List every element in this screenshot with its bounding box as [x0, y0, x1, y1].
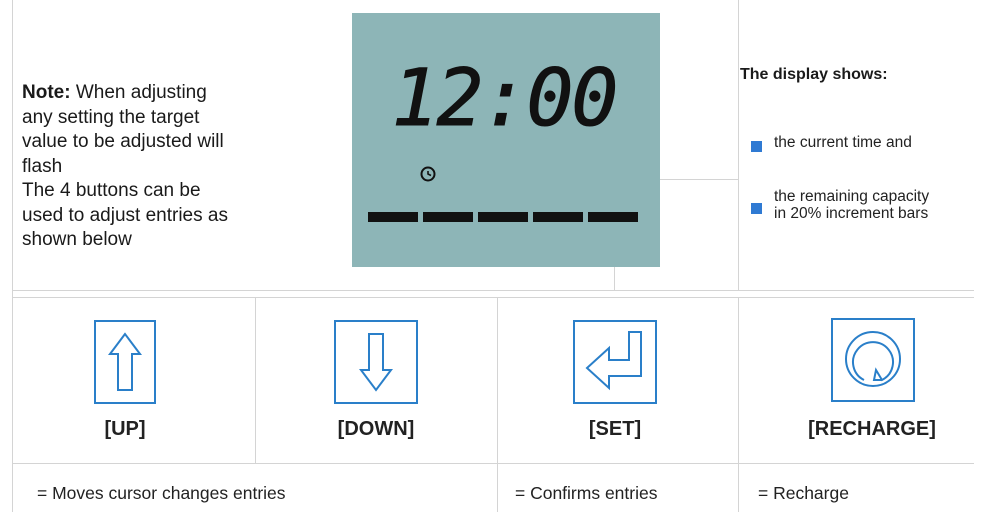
recharge-icon[interactable] — [831, 318, 915, 402]
lcd-graphic: 12:00 — [368, 54, 638, 222]
divider — [497, 297, 498, 512]
divider — [738, 297, 739, 512]
divider — [12, 463, 974, 464]
arrow-down-icon[interactable] — [334, 320, 418, 404]
divider — [738, 0, 739, 290]
up-button-label: [UP] — [104, 418, 146, 440]
divider — [660, 179, 738, 180]
capacity-bar — [478, 212, 528, 222]
bullet-icon — [751, 203, 762, 214]
recharge-description: = Recharge — [758, 483, 849, 503]
display-info-title: The display shows: — [740, 66, 888, 83]
lcd-display: 12:00 — [352, 13, 660, 267]
bullet-icon — [751, 141, 762, 152]
note-line: used to adjust entries as — [22, 204, 228, 226]
display-bullet: the current time and — [774, 134, 912, 151]
capacity-bar — [533, 212, 583, 222]
capacity-bar — [368, 212, 418, 222]
enter-icon[interactable] — [573, 320, 657, 404]
note-line: The 4 buttons can be — [22, 180, 201, 201]
note-line: value to be adjusted will — [22, 131, 224, 152]
bullet-line: the remaining capacity — [774, 188, 930, 205]
bullet-line: in 20% increment bars — [774, 205, 929, 222]
display-bullet: the remaining capacity in 20% increment … — [774, 188, 929, 222]
capacity-bars — [368, 212, 638, 222]
up-down-description: = Moves cursor changes entries — [37, 483, 286, 503]
note-line: flash — [22, 155, 63, 177]
divider — [12, 290, 974, 291]
divider — [614, 267, 615, 290]
divider — [12, 0, 13, 512]
clock-icon — [420, 166, 436, 182]
note-line: any setting the target — [22, 106, 200, 128]
bullet-line: the current time and — [774, 134, 912, 151]
arrow-up-icon[interactable] — [94, 320, 156, 404]
note-label: Note: — [22, 82, 71, 103]
lcd-time: 12:00 — [392, 54, 617, 144]
divider — [255, 297, 256, 463]
set-description: = Confirms entries — [515, 483, 658, 503]
note-line: When adjusting — [75, 82, 207, 103]
set-button-label: [SET] — [588, 418, 642, 440]
recharge-button-label: [RECHARGE] — [808, 418, 936, 440]
divider — [12, 297, 974, 298]
down-button-label: [DOWN] — [337, 418, 415, 440]
capacity-bar — [588, 212, 638, 222]
note-text: Note: When adjusting any setting the tar… — [22, 81, 292, 253]
note-line: shown below — [22, 229, 132, 250]
capacity-bar — [423, 212, 473, 222]
